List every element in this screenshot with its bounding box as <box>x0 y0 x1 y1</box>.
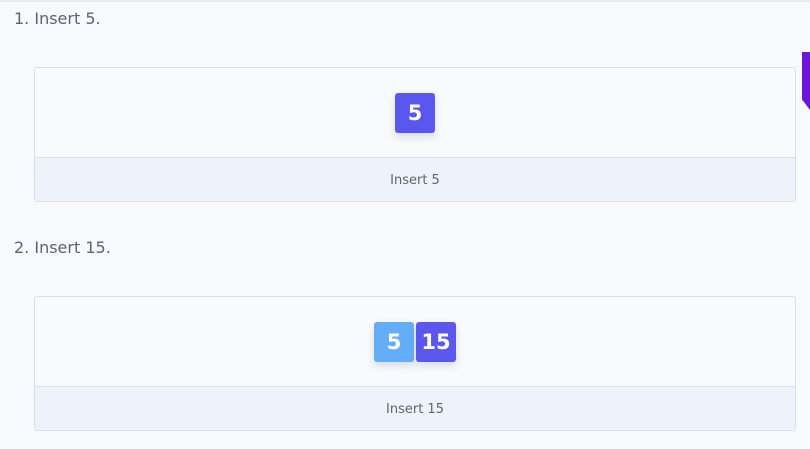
visualization-card-step-2: 5 15 Insert 15 <box>34 296 796 431</box>
step-caption: Insert 5 <box>35 158 795 201</box>
step-caption: Insert 15 <box>35 387 795 430</box>
visualization-card-step-1: 5 Insert 5 <box>34 67 796 202</box>
visualization-stage: 5 15 <box>35 297 795 387</box>
array-cell: 5 <box>374 322 414 362</box>
top-divider <box>0 0 810 2</box>
visualization-stage: 5 <box>35 68 795 158</box>
array-cell: 5 <box>395 93 435 133</box>
step-title-2: 2. Insert 15. <box>14 238 111 257</box>
array-cell: 15 <box>416 322 456 362</box>
step-title-1: 1. Insert 5. <box>14 9 101 28</box>
side-tab[interactable] <box>802 52 810 110</box>
